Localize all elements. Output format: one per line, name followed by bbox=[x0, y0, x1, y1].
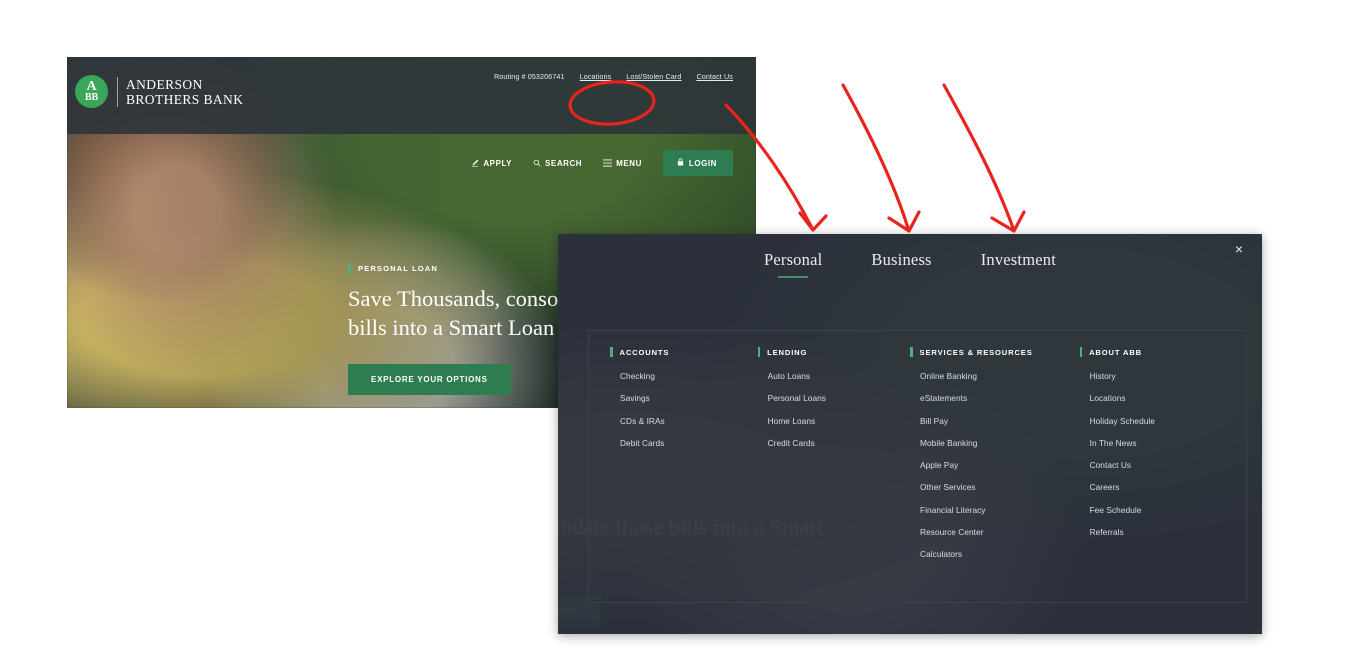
menu-item-holiday-schedule[interactable]: Holiday Schedule bbox=[1090, 416, 1232, 425]
menu-item-cds-iras[interactable]: CDs & IRAs bbox=[620, 416, 758, 425]
column-heading-label: ACCOUNTS bbox=[619, 347, 670, 357]
search-label: SEARCH bbox=[545, 158, 583, 168]
hero-eyebrow-label: PERSONAL LOAN bbox=[358, 264, 438, 273]
menu-content-box: ACCOUNTS Checking Savings CDs & IRAs Deb… bbox=[588, 330, 1247, 603]
menu-item-contact-us[interactable]: Contact Us bbox=[1090, 461, 1232, 470]
menu-item-fee-schedule[interactable]: Fee Schedule bbox=[1090, 505, 1232, 514]
tab-business[interactable]: Business bbox=[871, 250, 931, 278]
menu-list-services: Online Banking eStatements Bill Pay Mobi… bbox=[920, 372, 1080, 559]
menu-column-about-abb: ABOUT ABB History Locations Holiday Sche… bbox=[1079, 347, 1232, 573]
menu-item-referrals[interactable]: Referrals bbox=[1090, 528, 1232, 537]
explore-your-options-button[interactable]: EXPLORE YOUR OPTIONS bbox=[348, 364, 511, 395]
column-heading-about: ABOUT ABB bbox=[1079, 347, 1232, 357]
brand-name-line1: ANDERSON bbox=[126, 76, 203, 92]
pencil-icon bbox=[471, 159, 479, 167]
search-button[interactable]: SEARCH bbox=[533, 159, 582, 168]
utility-nav: Routing # 053206741 Locations Lost/Stole… bbox=[494, 72, 733, 81]
column-heading-label: ABOUT ABB bbox=[1089, 347, 1143, 357]
annotation-arrow-2 bbox=[841, 83, 910, 230]
brand-name-line2: BROTHERS BANK bbox=[126, 91, 244, 107]
menu-item-checking[interactable]: Checking bbox=[620, 372, 758, 381]
login-button[interactable]: LOGIN bbox=[662, 150, 733, 176]
menu-list-accounts: Checking Savings CDs & IRAs Debit Cards bbox=[620, 372, 758, 447]
menu-item-other-services[interactable]: Other Services bbox=[920, 483, 1080, 492]
menu-item-careers[interactable]: Careers bbox=[1090, 483, 1232, 492]
menu-button[interactable]: MENU bbox=[603, 159, 642, 168]
menu-item-estatements[interactable]: eStatements bbox=[920, 394, 1080, 403]
annotation-arrow-2-head bbox=[887, 210, 921, 233]
menu-item-history[interactable]: History bbox=[1090, 372, 1232, 381]
column-heading-accounts: ACCOUNTS bbox=[610, 347, 758, 357]
column-heading-lending: LENDING bbox=[757, 347, 910, 357]
menu-item-debit-cards[interactable]: Debit Cards bbox=[620, 439, 758, 448]
annotation-arrow-3-head bbox=[990, 210, 1026, 233]
annotation-arrow-3 bbox=[942, 83, 1015, 230]
lock-icon bbox=[677, 158, 684, 168]
menu-columns: ACCOUNTS Checking Savings CDs & IRAs Deb… bbox=[610, 347, 1232, 573]
menu-column-accounts: ACCOUNTS Checking Savings CDs & IRAs Deb… bbox=[610, 347, 758, 573]
column-heading-label: SERVICES & RESOURCES bbox=[919, 347, 1033, 357]
utility-link-locations[interactable]: Locations bbox=[580, 72, 612, 81]
logo-divider bbox=[117, 76, 118, 107]
column-heading-services: SERVICES & RESOURCES bbox=[910, 347, 1080, 357]
menu-item-locations[interactable]: Locations bbox=[1090, 394, 1232, 403]
menu-item-calculators[interactable]: Calculators bbox=[920, 550, 1080, 559]
menu-item-resource-center[interactable]: Resource Center bbox=[920, 528, 1080, 537]
column-accent-bar bbox=[757, 347, 761, 357]
hamburger-icon bbox=[603, 159, 613, 167]
tab-personal[interactable]: Personal bbox=[764, 250, 822, 278]
menu-item-credit-cards[interactable]: Credit Cards bbox=[768, 439, 910, 448]
apply-button[interactable]: APPLY bbox=[471, 159, 512, 168]
menu-column-lending: LENDING Auto Loans Personal Loans Home L… bbox=[757, 347, 910, 573]
logo-mark-icon: A BB bbox=[75, 75, 108, 108]
utility-link-lost-stolen-card[interactable]: Lost/Stolen Card bbox=[626, 72, 681, 81]
menu-item-apple-pay[interactable]: Apple Pay bbox=[920, 461, 1080, 470]
site-header: A BB ANDERSON BROTHERS BANK Routing # 05… bbox=[67, 57, 756, 176]
menu-list-about: History Locations Holiday Schedule In Th… bbox=[1090, 372, 1232, 537]
tab-investment[interactable]: Investment bbox=[981, 250, 1056, 278]
menu-item-bill-pay[interactable]: Bill Pay bbox=[920, 416, 1080, 425]
routing-number-text: Routing # 053206741 bbox=[493, 72, 565, 81]
menu-list-lending: Auto Loans Personal Loans Home Loans Cre… bbox=[768, 372, 910, 447]
menu-item-online-banking[interactable]: Online Banking bbox=[920, 372, 1080, 381]
menu-tabs: Personal Business Investment bbox=[558, 250, 1262, 278]
utility-link-contact-us[interactable]: Contact Us bbox=[696, 72, 733, 81]
annotation-arrow-1-head bbox=[798, 211, 828, 232]
column-accent-bar bbox=[1079, 347, 1083, 357]
menu-item-financial-literacy[interactable]: Financial Literacy bbox=[920, 505, 1080, 514]
logo[interactable]: A BB ANDERSON BROTHERS BANK bbox=[75, 75, 243, 108]
column-accent-bar bbox=[610, 347, 613, 357]
screenshot-canvas: PERSONAL LOAN Save Thousands, consolidat… bbox=[0, 0, 1350, 650]
column-heading-label: LENDING bbox=[767, 347, 808, 357]
column-accent-bar bbox=[910, 347, 913, 357]
menu-item-mobile-banking[interactable]: Mobile Banking bbox=[920, 439, 1080, 448]
menu-item-in-the-news[interactable]: In The News bbox=[1090, 439, 1232, 448]
primary-actions: APPLY SEARCH MENU LOGIN bbox=[471, 150, 733, 176]
login-label: LOGIN bbox=[688, 158, 717, 168]
menu-item-savings[interactable]: Savings bbox=[620, 394, 758, 403]
mega-menu-panel: Save Thousands, consolidate those bills … bbox=[558, 234, 1262, 634]
search-icon bbox=[533, 159, 541, 167]
menu-item-personal-loans[interactable]: Personal Loans bbox=[768, 394, 910, 403]
menu-column-services-resources: SERVICES & RESOURCES Online Banking eSta… bbox=[910, 347, 1080, 573]
apply-label: APPLY bbox=[483, 158, 513, 168]
menu-item-auto-loans[interactable]: Auto Loans bbox=[768, 372, 910, 381]
menu-label: MENU bbox=[616, 158, 642, 168]
menu-item-home-loans[interactable]: Home Loans bbox=[768, 416, 910, 425]
logo-mark-line2: BB bbox=[84, 92, 99, 103]
eyebrow-accent-bar bbox=[348, 263, 351, 274]
brand-name: ANDERSON BROTHERS BANK bbox=[126, 77, 243, 107]
